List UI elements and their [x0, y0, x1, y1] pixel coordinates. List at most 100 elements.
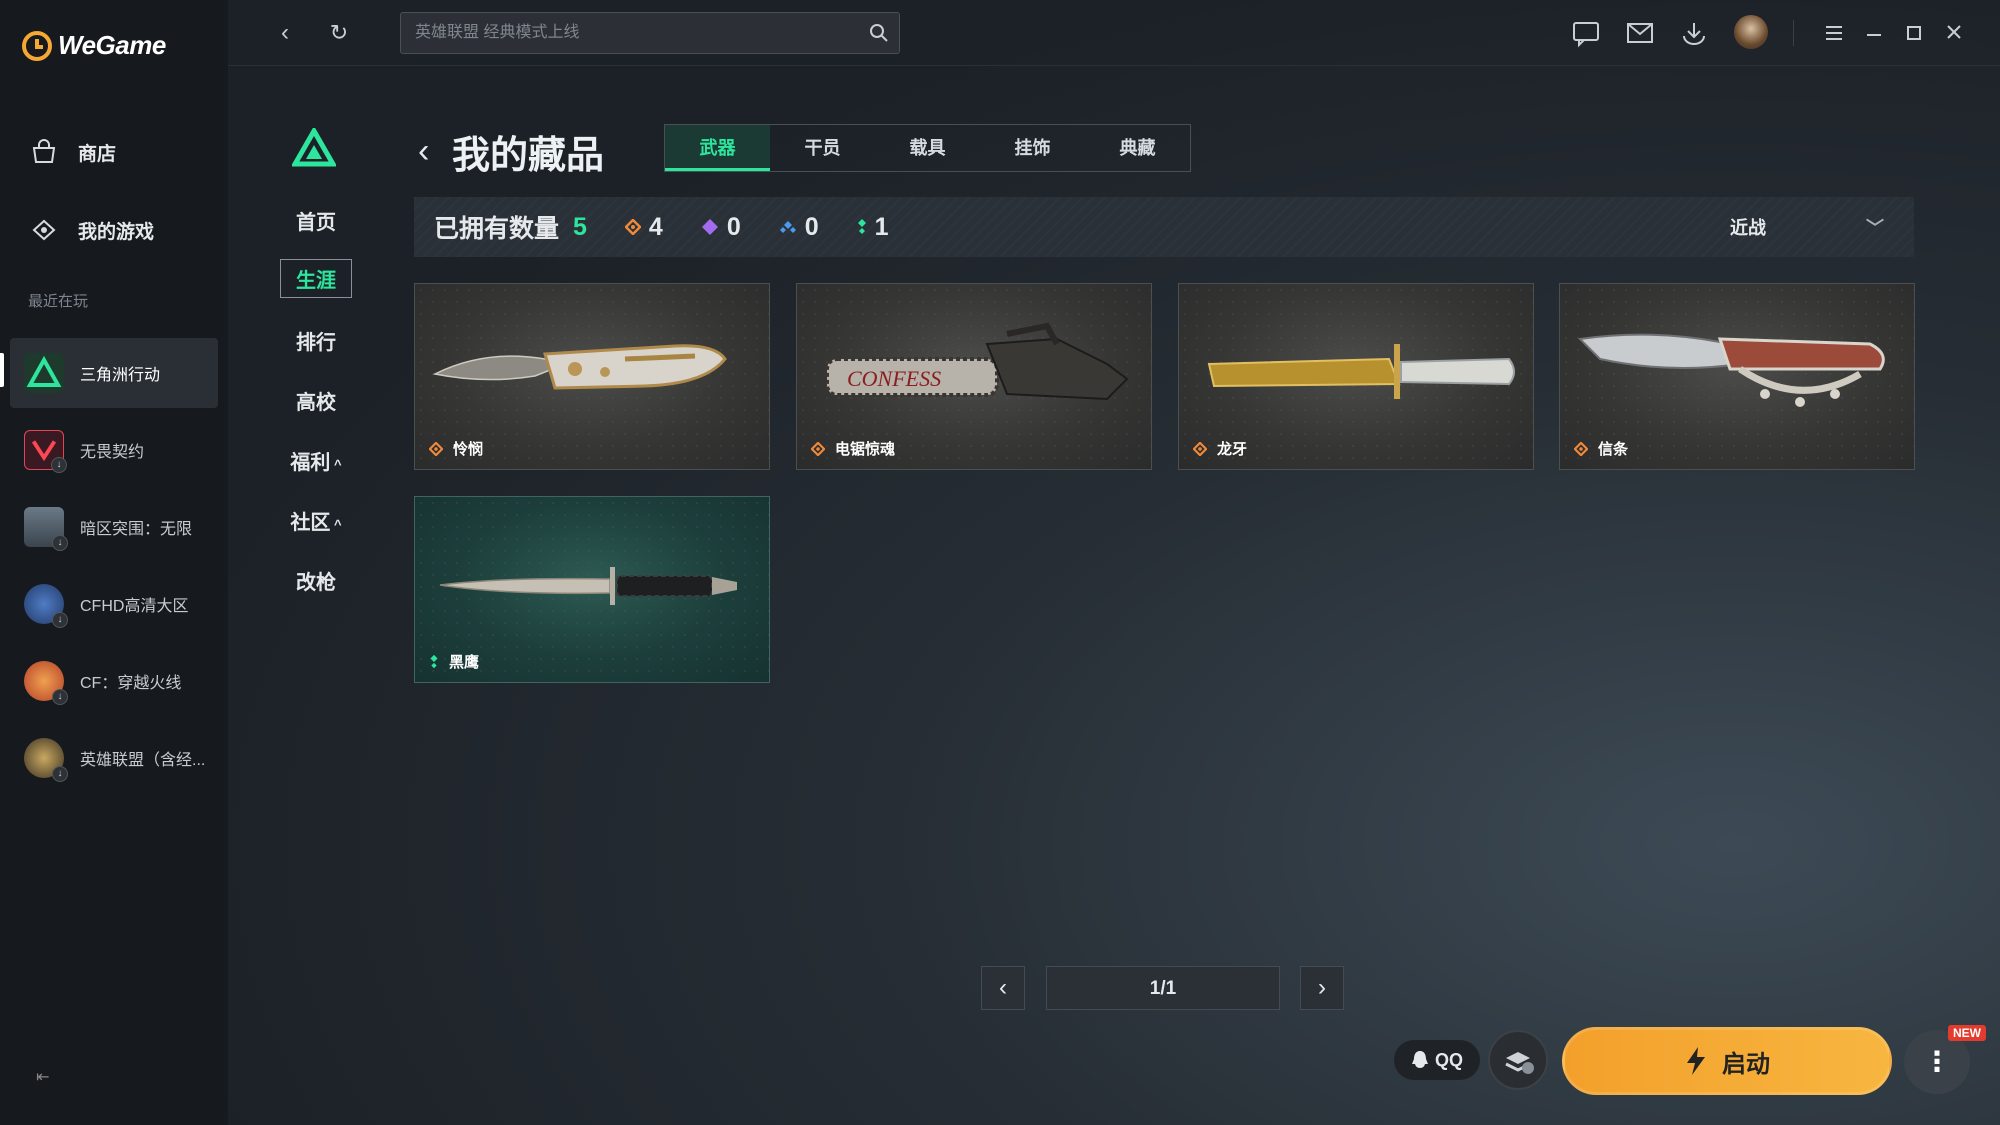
topbar: ‹ ↻: [228, 0, 2000, 66]
game-nav-community[interactable]: 社区 ^: [280, 506, 352, 535]
back-arrow-icon[interactable]: ‹: [418, 132, 438, 171]
arena-breakout-icon: ↓: [24, 507, 68, 551]
game-nav-home[interactable]: 首页: [280, 206, 352, 235]
item-name: 黑鹰: [449, 654, 480, 671]
tab-collection[interactable]: 典藏: [1085, 125, 1190, 171]
orange-diamond-icon: [811, 441, 825, 456]
type-filter-dropdown[interactable]: 近战 ﹀: [1730, 214, 1884, 240]
tab-vehicles[interactable]: 载具: [875, 125, 980, 171]
download-icon: ↓: [52, 689, 68, 705]
divider: [1793, 20, 1794, 46]
rarity-count-green: 1: [857, 213, 889, 242]
qq-button[interactable]: QQ: [1394, 1040, 1480, 1080]
weapon-card-dragon-fang[interactable]: 龙牙: [1178, 283, 1534, 470]
maximize-icon[interactable]: [1898, 18, 1930, 48]
chat-icon[interactable]: [1570, 18, 1602, 48]
minimize-icon[interactable]: [1858, 18, 1890, 48]
prev-page-button[interactable]: ‹: [981, 966, 1025, 1010]
qq-label: QQ: [1434, 1049, 1463, 1070]
download-icon: ↓: [52, 535, 68, 551]
page-indicator: 1/1: [1046, 966, 1280, 1010]
launch-button[interactable]: 启动: [1562, 1027, 1892, 1095]
game-label: CF：穿越火线: [80, 675, 182, 692]
tab-operators[interactable]: 干员: [770, 125, 875, 171]
crossfire-icon: ↓: [24, 661, 68, 705]
tab-charms[interactable]: 挂饰: [980, 125, 1085, 171]
sidebar-item-label: 我的游戏: [78, 221, 155, 243]
rarity-count-value: 4: [648, 212, 663, 241]
game-nav-gunsmith[interactable]: 改枪: [280, 566, 352, 595]
app-name: WeGame: [58, 30, 166, 60]
refresh-icon[interactable]: ↻: [324, 18, 354, 48]
green-diamond-icon: [430, 654, 438, 668]
rarity-count-orange: 4: [624, 212, 663, 242]
avatar[interactable]: [1734, 15, 1768, 49]
category-tabs: 武器 干员 载具 挂饰 典藏: [664, 124, 1191, 172]
active-indicator: [0, 353, 4, 387]
sidebar-item-label: 商店: [78, 143, 117, 165]
combat-knife-image-icon: [439, 567, 737, 605]
game-nav-ranking[interactable]: 排行: [280, 326, 352, 355]
owned-stats-bar: 已拥有数量 5 4 0 0 1 近战 ﹀: [414, 197, 1914, 257]
search-icon[interactable]: [869, 23, 889, 43]
game-nav-label: 社区: [290, 512, 331, 534]
game-nav-career[interactable]: 生涯: [280, 259, 352, 298]
orange-diamond-icon: [1193, 441, 1207, 456]
search-box: [400, 12, 900, 54]
item-name-row: 电锯惊魂: [811, 438, 895, 459]
menu-icon[interactable]: [1818, 18, 1850, 48]
new-badge: NEW: [1948, 1025, 1986, 1041]
svg-text:CONFESS: CONFESS: [847, 366, 941, 391]
blue-diamond-icon: [779, 221, 796, 233]
owned-total: 5: [573, 212, 587, 241]
rarity-count-value: 1: [874, 212, 889, 241]
game-nav-welfare[interactable]: 福利 ^: [280, 446, 352, 475]
filter-value: 近战: [1730, 218, 1766, 238]
chevron-up-icon: ^: [330, 457, 342, 472]
sidebar-game-delta-force[interactable]: 三角洲行动: [10, 338, 218, 408]
game-nav-university[interactable]: 高校: [280, 386, 352, 415]
weapon-card-black-hawk[interactable]: 黑鹰: [414, 496, 770, 683]
launch-label: 启动: [1722, 1050, 1770, 1078]
knuckle-knife-image-icon: [1577, 333, 1885, 407]
mail-icon[interactable]: [1624, 18, 1656, 48]
sidebar-game-lol[interactable]: ↓ 英雄联盟（含经...: [10, 723, 218, 793]
search-input[interactable]: [401, 13, 899, 53]
dagger-image-icon: [1207, 344, 1515, 399]
sidebar-item-my-games[interactable]: 我的游戏: [28, 214, 154, 246]
lightning-icon: [1687, 1047, 1705, 1075]
collapse-sidebar-icon[interactable]: ⇤: [36, 1067, 58, 1089]
sidebar-game-arena-breakout[interactable]: ↓ 暗区突围：无限: [10, 492, 218, 562]
next-page-button[interactable]: ›: [1300, 966, 1344, 1010]
delta-force-logo-icon[interactable]: [292, 128, 336, 168]
page-header: ‹ 我的藏品: [418, 124, 604, 179]
chevron-down-icon: ﹀: [1866, 218, 1884, 238]
sidebar-game-cfhd[interactable]: ↓ CFHD高清大区: [10, 569, 218, 639]
cfhd-icon: ↓: [24, 584, 68, 628]
orange-diamond-icon: [1574, 441, 1588, 456]
game-label: CFHD高清大区: [80, 598, 189, 615]
tab-weapons[interactable]: 武器: [665, 125, 770, 171]
rarity-count-value: 0: [804, 212, 819, 241]
weapon-card-mercy[interactable]: 怜悯: [414, 283, 770, 470]
back-icon[interactable]: ‹: [270, 18, 300, 48]
item-name: 龙牙: [1217, 441, 1248, 458]
rarity-count-value: 0: [726, 212, 741, 241]
close-icon[interactable]: [1938, 18, 1970, 48]
app-sidebar: WeGame 商店 我的游戏 最近在玩 三角洲行动 ↓ 无畏契约 ↓ 暗区突围：…: [0, 0, 228, 1125]
accelerator-button[interactable]: [1488, 1030, 1548, 1090]
wegame-logo-icon: [22, 30, 52, 61]
game-nav-label: 福利: [290, 452, 331, 474]
rarity-count-blue: 0: [779, 213, 819, 242]
sidebar-game-crossfire[interactable]: ↓ CF：穿越火线: [10, 646, 218, 716]
weapon-card-creed[interactable]: 信条: [1559, 283, 1915, 470]
sidebar-item-store[interactable]: 商店: [28, 136, 116, 168]
knife-image-icon: [432, 344, 727, 390]
download-manager-icon[interactable]: [1678, 18, 1710, 48]
weapon-card-chainsaw[interactable]: CONFESS 电锯惊魂: [796, 283, 1152, 470]
gamepad-icon: [32, 219, 56, 241]
rarity-count-purple: 0: [701, 213, 741, 242]
sidebar-game-valorant[interactable]: ↓ 无畏契约: [10, 415, 218, 485]
game-label: 无畏契约: [80, 444, 145, 461]
wegame-logo[interactable]: WeGame: [22, 30, 166, 61]
